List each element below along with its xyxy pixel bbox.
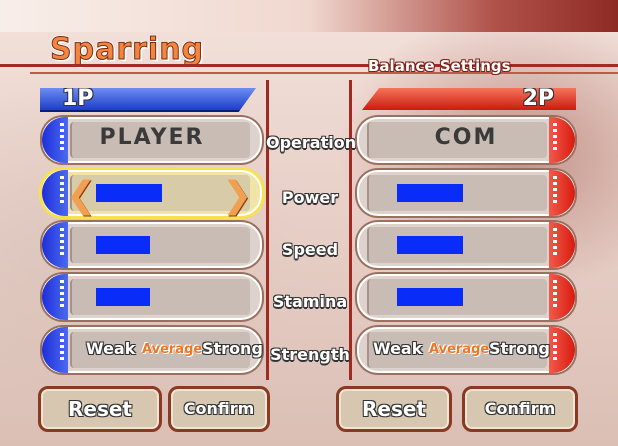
p1-stamina-row[interactable] — [42, 274, 262, 320]
title-rule — [0, 64, 618, 67]
p1-reset-button[interactable]: Reset — [38, 386, 162, 432]
p2-stamina-row[interactable] — [357, 274, 575, 320]
row-label-strength: Strength — [270, 345, 350, 364]
p2-stamina-bar — [397, 288, 463, 306]
p2-power-row[interactable] — [357, 170, 575, 216]
decrease-arrow-icon[interactable]: ❮ — [66, 176, 96, 216]
p1-operation-row[interactable]: PLAYER — [42, 117, 262, 163]
page-title: Sparring — [49, 32, 205, 68]
column-divider-left — [266, 80, 269, 380]
p2-strength-row[interactable]: Weak Average Strong — [357, 327, 575, 373]
column-divider-right — [349, 80, 352, 380]
page-subtitle: Balance Settings — [368, 57, 511, 75]
p1-strength-row[interactable]: Weak Average Strong — [42, 327, 263, 373]
increase-arrow-icon[interactable]: ❯ — [222, 176, 252, 216]
p2-header-label: 2P — [522, 86, 554, 111]
p2-header: 2P — [362, 88, 576, 110]
p1-speed-row[interactable] — [42, 222, 262, 268]
row-label-stamina: Stamina — [272, 292, 348, 311]
p2-power-bar — [397, 184, 463, 202]
p1-power-row[interactable]: ❮ ❯ — [42, 170, 262, 216]
p2-speed-row[interactable] — [357, 222, 575, 268]
p1-strength-weak[interactable]: Weak — [86, 339, 135, 358]
p2-strength-weak[interactable]: Weak — [373, 339, 422, 358]
p1-strength-average[interactable]: Average — [142, 342, 202, 357]
p1-power-bar — [96, 184, 162, 202]
row-label-operation: Operation — [266, 133, 357, 152]
p1-strength-strong[interactable]: Strong — [202, 339, 263, 358]
top-band — [0, 0, 618, 32]
title-rule-secondary — [30, 72, 618, 74]
p1-operation-value: PLAYER — [99, 125, 205, 150]
p2-reset-button[interactable]: Reset — [336, 386, 452, 432]
row-label-power: Power — [281, 188, 339, 207]
p2-strength-average[interactable]: Average — [429, 342, 489, 357]
p2-operation-row[interactable]: COM — [357, 117, 575, 163]
p1-confirm-button[interactable]: Confirm — [168, 386, 270, 432]
row-label-speed: Speed — [281, 240, 339, 259]
p2-strength-strong[interactable]: Strong — [489, 339, 550, 358]
p2-operation-value: COM — [434, 125, 498, 150]
p1-header: 1P — [40, 88, 256, 112]
p1-stamina-bar — [96, 288, 150, 306]
p2-speed-bar — [397, 236, 463, 254]
p2-confirm-button[interactable]: Confirm — [462, 386, 578, 432]
p1-speed-bar — [96, 236, 150, 254]
p1-header-label: 1P — [62, 86, 94, 111]
